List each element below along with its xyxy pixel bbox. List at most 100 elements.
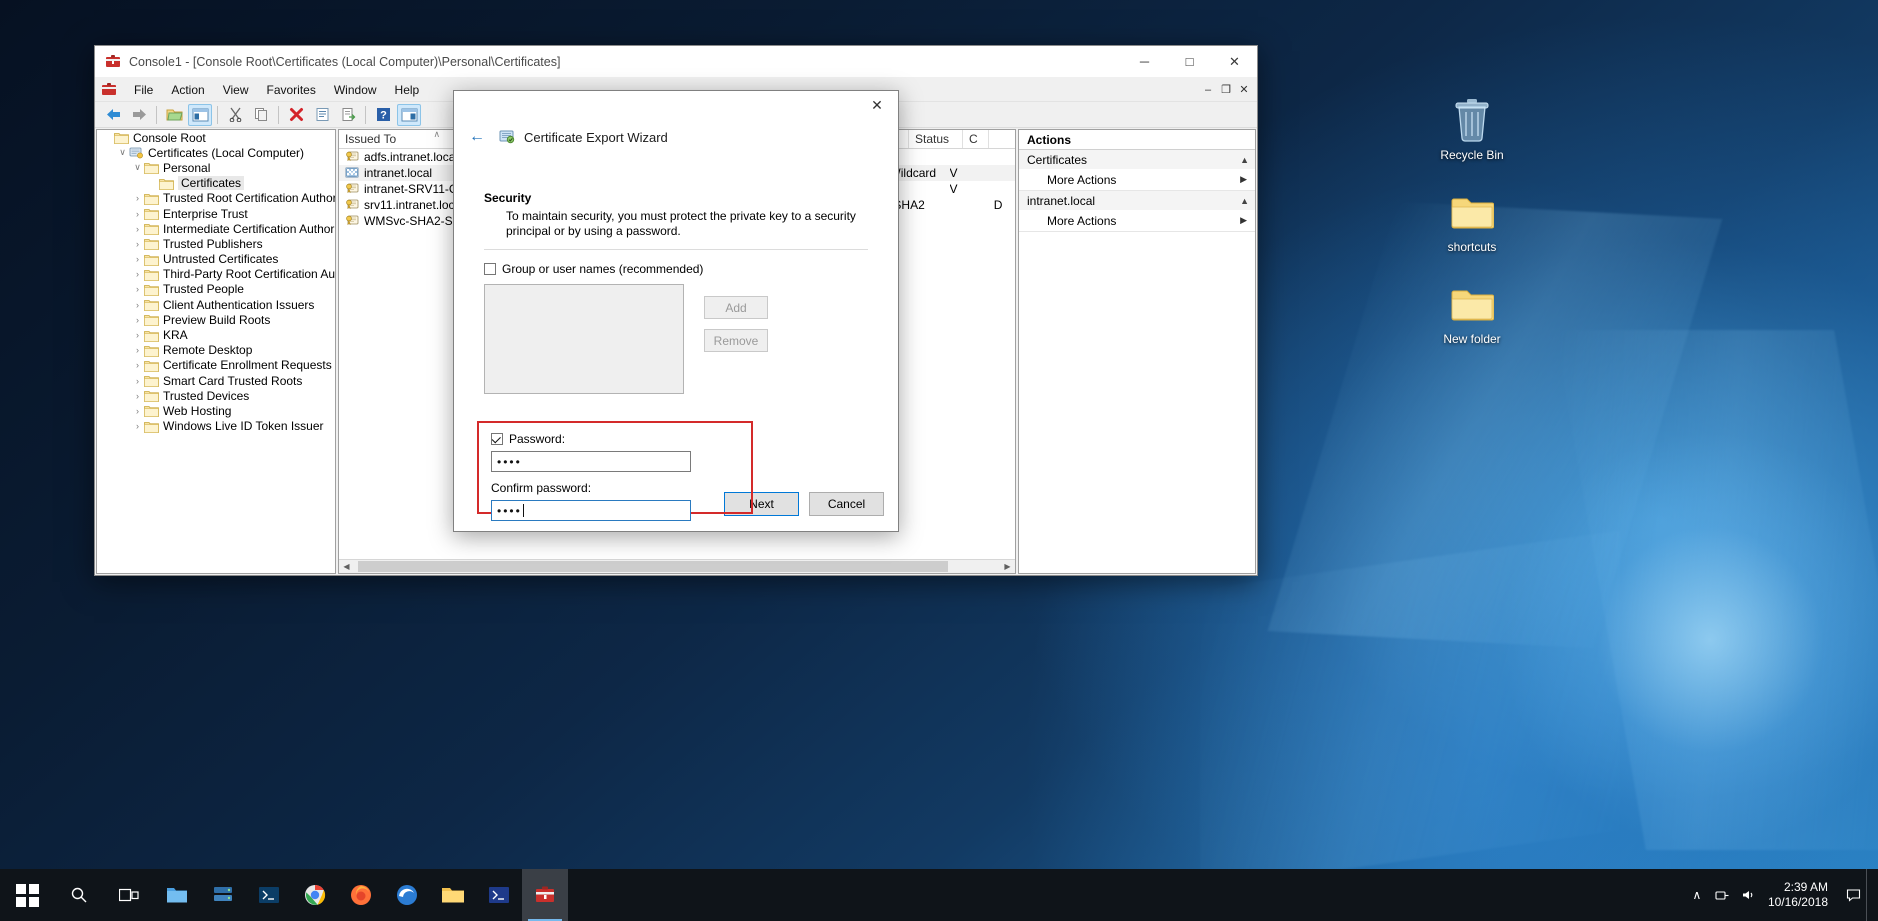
taskbar-app-powershell-window[interactable] xyxy=(246,869,292,921)
tree-item-remote-desktop[interactable]: › Remote Desktop xyxy=(97,343,335,358)
tree-item-personal[interactable]: ∨ Personal xyxy=(97,160,335,175)
start-button[interactable] xyxy=(0,869,54,921)
menu-help[interactable]: Help xyxy=(386,80,429,100)
chevron-right-icon[interactable]: › xyxy=(131,360,144,370)
menu-window[interactable]: Window xyxy=(325,80,386,100)
chevron-right-icon[interactable]: › xyxy=(131,376,144,386)
password-checkbox[interactable] xyxy=(491,433,503,445)
export-icon[interactable] xyxy=(336,104,360,126)
password-input[interactable]: •••• xyxy=(491,451,691,472)
mdi-close-button[interactable]: ✕ xyxy=(1235,81,1253,99)
menu-favorites[interactable]: Favorites xyxy=(258,80,325,100)
chevron-up-icon[interactable]: ∧ xyxy=(1684,869,1710,921)
tree-item-preview-build-roots[interactable]: › Preview Build Roots xyxy=(97,312,335,327)
cut-icon[interactable] xyxy=(223,104,247,126)
horizontal-scrollbar[interactable]: ◀ ▶ xyxy=(339,559,1015,573)
scrollbar-track[interactable] xyxy=(354,560,1000,573)
delete-icon[interactable] xyxy=(284,104,308,126)
column-header-status[interactable]: Status xyxy=(909,130,963,148)
actions-group-header[interactable]: Certificates ▲ xyxy=(1019,150,1255,169)
confirm-password-input[interactable]: •••• xyxy=(491,500,691,521)
tree-item-web-hosting[interactable]: › Web Hosting xyxy=(97,403,335,418)
remove-button[interactable]: Remove xyxy=(704,329,768,352)
group-names-list[interactable] xyxy=(484,284,684,394)
chevron-right-icon[interactable]: › xyxy=(131,284,144,294)
actions-group-header[interactable]: intranet.local ▲ xyxy=(1019,191,1255,210)
action-item-more-actions[interactable]: More Actions ▶ xyxy=(1019,169,1255,190)
tree-item-windows-live-id-token-issuer[interactable]: › Windows Live ID Token Issuer xyxy=(97,419,335,434)
chevron-right-icon[interactable]: › xyxy=(131,209,144,219)
taskbar-app-powershell[interactable] xyxy=(476,869,522,921)
tree-item-certificates[interactable]: Certificates xyxy=(97,176,335,191)
tree-item-smart-card-trusted-roots[interactable]: › Smart Card Trusted Roots xyxy=(97,373,335,388)
show-hide-tree-icon[interactable] xyxy=(188,103,212,126)
copy-icon[interactable] xyxy=(249,104,273,126)
chevron-right-icon[interactable]: › xyxy=(131,269,144,279)
tree-item-untrusted-certificates[interactable]: › Untrusted Certificates xyxy=(97,252,335,267)
network-icon[interactable] xyxy=(1710,869,1736,921)
tree-item-kra[interactable]: › KRA xyxy=(97,327,335,342)
chevron-up-icon[interactable]: ▲ xyxy=(1240,196,1249,206)
chevron-down-icon[interactable]: ∨ xyxy=(116,147,129,158)
chevron-right-icon[interactable]: › xyxy=(131,391,144,401)
task-view-button[interactable] xyxy=(104,869,154,921)
column-header-c[interactable]: C xyxy=(963,130,989,148)
back-arrow-icon[interactable]: ← xyxy=(466,126,488,148)
taskbar-app-edge[interactable] xyxy=(384,869,430,921)
cancel-button[interactable]: Cancel xyxy=(809,492,884,516)
maximize-button[interactable]: □ xyxy=(1167,46,1212,77)
chevron-right-icon[interactable]: › xyxy=(131,239,144,249)
scroll-left-icon[interactable]: ◀ xyxy=(339,560,354,573)
show-desktop-button[interactable] xyxy=(1866,869,1874,921)
taskbar-app-file-explorer[interactable] xyxy=(430,869,476,921)
chevron-right-icon[interactable]: › xyxy=(131,224,144,234)
chevron-up-icon[interactable]: ▲ xyxy=(1240,155,1249,165)
properties-icon[interactable] xyxy=(310,104,334,126)
chevron-right-icon[interactable]: › xyxy=(131,421,144,431)
tree-item-trusted-root-certification-authorities[interactable]: › Trusted Root Certification Authorities xyxy=(97,191,335,206)
minimize-button[interactable]: ─ xyxy=(1122,46,1167,77)
action-item-more-actions[interactable]: More Actions ▶ xyxy=(1019,210,1255,231)
chevron-right-icon[interactable]: › xyxy=(131,406,144,416)
open-folder-icon[interactable] xyxy=(162,104,186,126)
tree-item-console-root[interactable]: Console Root xyxy=(97,130,335,145)
mdi-minimize-button[interactable]: – xyxy=(1199,81,1217,99)
search-button[interactable] xyxy=(54,869,104,921)
action-center-icon[interactable] xyxy=(1840,869,1866,921)
taskbar-app-firefox[interactable] xyxy=(338,869,384,921)
wizard-close-button[interactable]: ✕ xyxy=(856,91,898,120)
tree-item-enterprise-trust[interactable]: › Enterprise Trust xyxy=(97,206,335,221)
console-tree-pane[interactable]: Console Root ∨ Certificates (Local Compute… xyxy=(96,129,336,574)
clock[interactable]: 2:39 AM 10/16/2018 xyxy=(1762,880,1840,910)
chevron-down-icon[interactable]: ∨ xyxy=(131,162,144,173)
forward-arrow-icon[interactable] xyxy=(127,104,151,126)
scrollbar-thumb[interactable] xyxy=(358,561,948,572)
tree-item-third-party-root-certification-authorities[interactable]: › Third-Party Root Certification Authorit… xyxy=(97,267,335,282)
chevron-right-icon[interactable]: › xyxy=(131,254,144,264)
menu-action[interactable]: Action xyxy=(162,80,213,100)
password-checkbox-row[interactable]: Password: xyxy=(491,432,737,446)
menu-file[interactable]: File xyxy=(125,80,162,100)
taskbar-app-server-manager[interactable] xyxy=(200,869,246,921)
menu-view[interactable]: View xyxy=(214,80,258,100)
taskbar-app-chrome[interactable] xyxy=(292,869,338,921)
add-button[interactable]: Add xyxy=(704,296,768,319)
back-arrow-icon[interactable] xyxy=(101,104,125,126)
tree-item-certificate-enrollment-requests[interactable]: › Certificate Enrollment Requests xyxy=(97,358,335,373)
tree-item-client-authentication-issuers[interactable]: › Client Authentication Issuers xyxy=(97,297,335,312)
tree-item-intermediate-certification-authorities[interactable]: › Intermediate Certification Authorities xyxy=(97,221,335,236)
chevron-right-icon[interactable]: › xyxy=(131,345,144,355)
scroll-right-icon[interactable]: ▶ xyxy=(1000,560,1015,573)
close-button[interactable]: ✕ xyxy=(1212,46,1257,77)
show-action-pane-icon[interactable] xyxy=(397,103,421,126)
tree-item-trusted-publishers[interactable]: › Trusted Publishers xyxy=(97,236,335,251)
desktop-icon-recycle-bin[interactable]: Recycle Bin xyxy=(1416,96,1528,162)
chevron-right-icon[interactable]: › xyxy=(131,193,144,203)
taskbar-app-mmc-console[interactable] xyxy=(522,869,568,921)
volume-icon[interactable] xyxy=(1736,869,1762,921)
group-or-user-names-checkbox[interactable] xyxy=(484,263,496,275)
taskbar-app-file-explorer-blue[interactable] xyxy=(154,869,200,921)
desktop-icon-new-folder[interactable]: New folder xyxy=(1416,280,1528,346)
chevron-right-icon[interactable]: › xyxy=(131,315,144,325)
chevron-right-icon[interactable]: › xyxy=(131,300,144,310)
